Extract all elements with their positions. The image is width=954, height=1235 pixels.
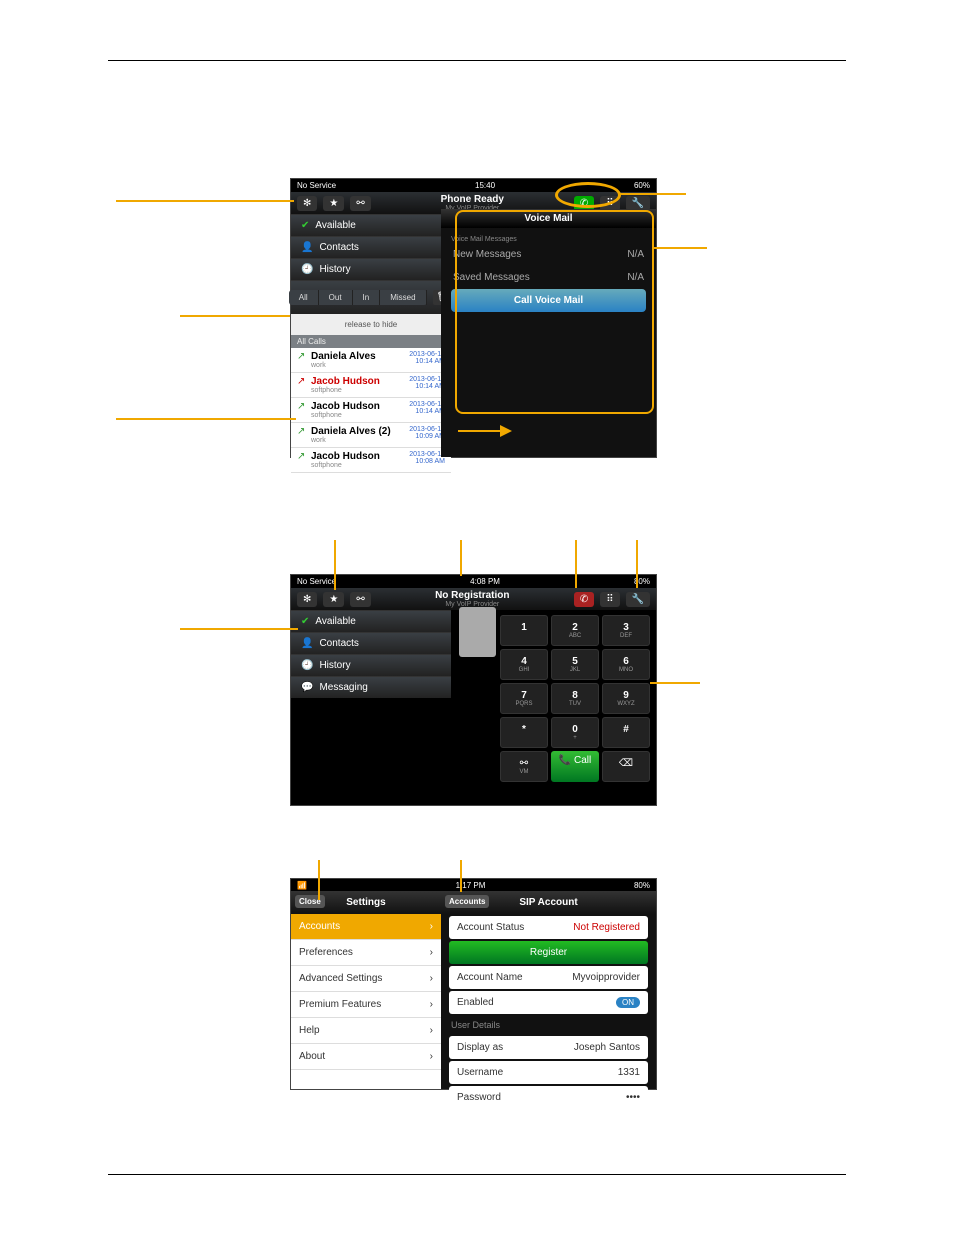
key-3[interactable]: 3DEF <box>602 615 650 646</box>
call-row[interactable]: ↗Daniela Alves (2)work2013-06-1310:09 AM <box>291 423 451 448</box>
screenshot-dialpad: No Service 4:08 PM 80% ✻ ★ ⚯ No Registra… <box>290 574 657 806</box>
settings-item[interactable]: Premium Features› <box>291 992 441 1018</box>
vm-new-val: N/A <box>627 249 644 260</box>
settings-title: Close Settings <box>291 891 441 914</box>
key-4[interactable]: 4GHI <box>500 649 548 680</box>
vm-icon[interactable]: ⚯ <box>350 592 370 607</box>
settings-item[interactable]: Accounts› <box>291 914 441 940</box>
user-details-header: User Details <box>441 1016 656 1034</box>
flower-icon[interactable]: ✻ <box>297 196 317 211</box>
settings-item[interactable]: About› <box>291 1044 441 1070</box>
nav-history[interactable]: 🕘History <box>291 654 451 676</box>
screenshot-voicemail: No Service 15:40 60% ✻ ★ ⚯ Phone Ready M… <box>290 178 657 458</box>
vm-saved-val: N/A <box>627 272 644 283</box>
backspace-button[interactable]: ⌫ <box>602 751 650 782</box>
name-value: Myvoipprovider <box>572 972 640 983</box>
key-6[interactable]: 6MNO <box>602 649 650 680</box>
dialpad-icon[interactable]: ⠿ <box>600 592 619 607</box>
status-label: Account Status <box>457 922 524 933</box>
name-label: Account Name <box>457 972 523 983</box>
call-icon[interactable]: ✆ <box>574 592 594 607</box>
vm-button[interactable]: ⚯VM <box>500 751 548 782</box>
enabled-toggle[interactable]: ON <box>616 997 640 1008</box>
password-label: Password <box>457 1092 501 1103</box>
settings-item[interactable]: Preferences› <box>291 940 441 966</box>
display-label: Display as <box>457 1042 503 1053</box>
voicemail-panel: Voice Mail Voice Mail Messages New Messa… <box>441 209 656 457</box>
tab-all[interactable]: All <box>289 290 319 305</box>
vm-new-label: New Messages <box>453 249 521 260</box>
star-icon[interactable]: ★ <box>323 196 344 211</box>
key-9[interactable]: 9WXYZ <box>602 683 650 714</box>
nav-contacts[interactable]: 👤Contacts <box>291 236 451 258</box>
key-0[interactable]: 0+ <box>551 717 599 748</box>
display-value: Joseph Santos <box>574 1042 640 1053</box>
status-service: No Service <box>297 181 336 190</box>
history-tabs: All Out In Missed 🗑 <box>291 280 451 314</box>
settings-sidebar: Close Settings Accounts›Preferences›Adva… <box>291 891 441 1089</box>
key-7[interactable]: 7PQRS <box>500 683 548 714</box>
tab-in[interactable]: In <box>353 290 381 305</box>
key-*[interactable]: * <box>500 717 548 748</box>
call-row[interactable]: ↗Jacob Hudsonsoftphone2013-06-1310:14 AM <box>291 398 451 423</box>
display-field[interactable] <box>459 607 496 657</box>
nav-available[interactable]: ✔Available <box>291 214 451 236</box>
status-bar: No Service 4:08 PM 80% <box>291 575 656 588</box>
nav-messaging[interactable]: 💬Messaging <box>291 676 451 698</box>
register-button[interactable]: Register <box>449 941 648 964</box>
call-row[interactable]: ↗Daniela Alveswork2013-06-1310:14 AM <box>291 348 451 373</box>
vm-icon[interactable]: ⚯ <box>350 196 370 211</box>
sip-panel: Accounts SIP Account Account Status Not R… <box>441 891 656 1089</box>
key-8[interactable]: 8TUV <box>551 683 599 714</box>
call-row[interactable]: ↗Jacob Hudsonsoftphone2013-06-1310:08 AM <box>291 448 451 473</box>
status-time: 15:40 <box>475 181 495 190</box>
release-hint: release to hide <box>291 314 451 335</box>
password-value: •••• <box>626 1092 640 1103</box>
call-button[interactable]: 📞 Call <box>551 751 599 782</box>
flower-icon[interactable]: ✻ <box>297 592 317 607</box>
username-label: Username <box>457 1067 503 1078</box>
vm-section: Voice Mail Messages <box>451 236 646 243</box>
wrench-icon[interactable]: 🔧 <box>626 592 650 607</box>
vm-title: Voice Mail <box>441 209 656 228</box>
call-vm-button[interactable]: Call Voice Mail <box>451 289 646 312</box>
key-#[interactable]: # <box>602 717 650 748</box>
tab-missed[interactable]: Missed <box>380 290 426 305</box>
nav-available[interactable]: ✔Available <box>291 610 451 632</box>
key-5[interactable]: 5JKL <box>551 649 599 680</box>
calls-header: All Calls <box>291 335 451 348</box>
call-row[interactable]: ↗Jacob Hudsonsoftphone2013-06-1310:14 AM <box>291 373 451 398</box>
star-icon[interactable]: ★ <box>323 592 344 607</box>
dialpad: 12ABC3DEF4GHI5JKL6MNO7PQRS8TUV9WXYZ*0+# … <box>500 615 650 782</box>
status-battery: 60% <box>634 181 650 190</box>
username-value: 1331 <box>618 1067 640 1078</box>
settings-item[interactable]: Help› <box>291 1018 441 1044</box>
settings-item[interactable]: Advanced Settings› <box>291 966 441 992</box>
status-value: Not Registered <box>573 922 640 933</box>
screenshot-settings: 📶 1:17 PM 80% Close Settings Accounts›Pr… <box>290 878 657 1090</box>
sip-title: Accounts SIP Account <box>441 891 656 914</box>
reg-status: No Registration <box>373 590 572 601</box>
status-bar: No Service 15:40 60% <box>291 179 656 192</box>
close-button[interactable]: Close <box>295 895 325 908</box>
back-button[interactable]: Accounts <box>445 895 489 908</box>
vm-saved-label: Saved Messages <box>453 272 530 283</box>
tab-out[interactable]: Out <box>319 290 353 305</box>
enabled-label: Enabled <box>457 997 494 1008</box>
nav-history[interactable]: 🕘History <box>291 258 451 280</box>
key-1[interactable]: 1 <box>500 615 548 646</box>
key-2[interactable]: 2ABC <box>551 615 599 646</box>
nav-contacts[interactable]: 👤Contacts <box>291 632 451 654</box>
phone-status: Phone Ready <box>373 194 572 205</box>
